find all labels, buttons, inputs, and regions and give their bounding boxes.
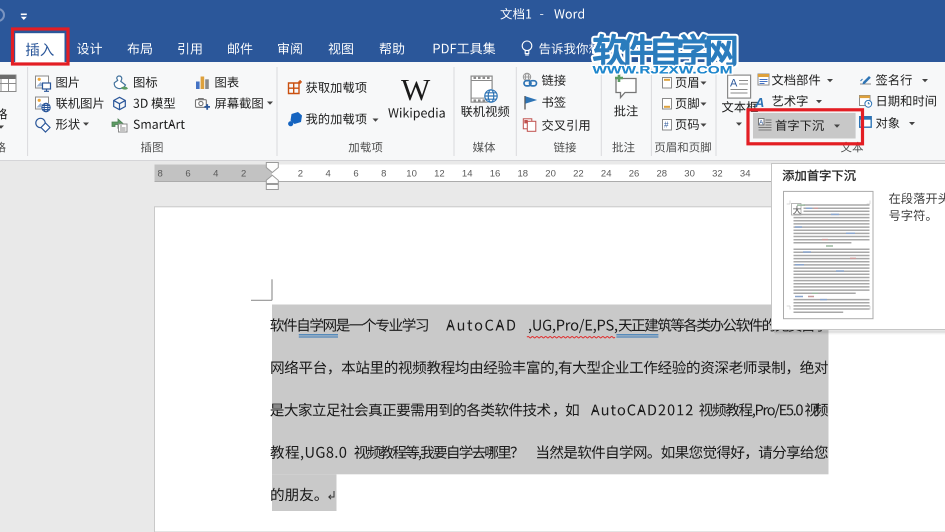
svg-text:34: 34 xyxy=(740,169,751,180)
svg-text:20: 20 xyxy=(545,169,556,180)
svg-text:WWW.RJZXW.COM: WWW.RJZXW.COM xyxy=(593,65,733,77)
svg-text:6: 6 xyxy=(185,169,190,180)
svg-text:#: # xyxy=(664,121,669,130)
svg-text:2: 2 xyxy=(241,169,246,180)
svg-text:26: 26 xyxy=(629,169,640,180)
svg-text:22: 22 xyxy=(573,169,584,180)
svg-text:32: 32 xyxy=(712,169,723,180)
svg-text:6: 6 xyxy=(353,169,358,180)
svg-text:16: 16 xyxy=(490,169,501,180)
svg-text:8: 8 xyxy=(158,169,163,180)
svg-text:14: 14 xyxy=(462,169,473,180)
svg-text:4: 4 xyxy=(326,169,331,180)
svg-text:A: A xyxy=(730,78,738,90)
svg-text:A: A xyxy=(759,119,764,126)
svg-text:28: 28 xyxy=(657,169,668,180)
svg-text:24: 24 xyxy=(601,169,612,180)
svg-text:12: 12 xyxy=(434,169,445,180)
svg-text:30: 30 xyxy=(684,169,695,180)
svg-text:2: 2 xyxy=(298,169,303,180)
svg-text:W: W xyxy=(401,72,431,107)
svg-text:A: A xyxy=(754,95,764,110)
svg-text:18: 18 xyxy=(518,169,529,180)
svg-text:4: 4 xyxy=(213,169,218,180)
svg-text:10: 10 xyxy=(406,169,417,180)
svg-text:8: 8 xyxy=(381,169,386,180)
